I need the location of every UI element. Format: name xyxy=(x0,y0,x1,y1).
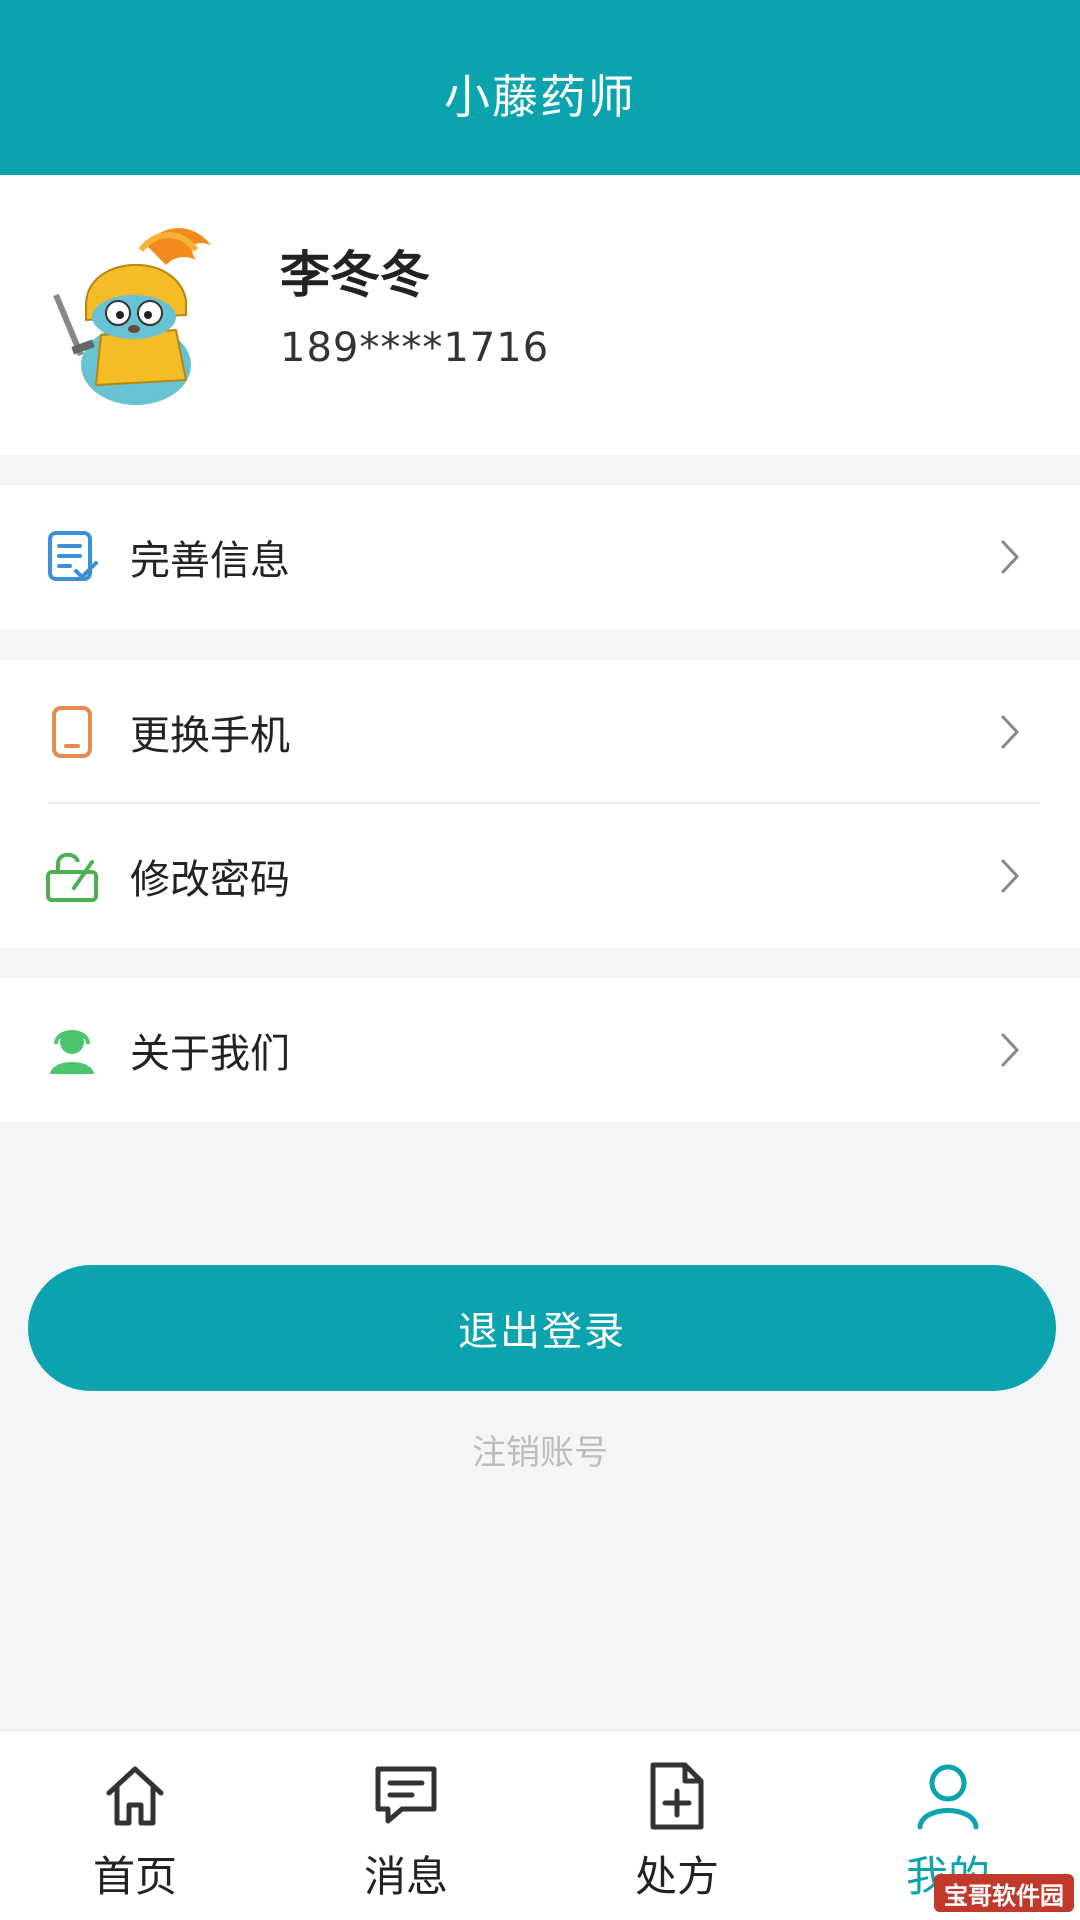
home-icon xyxy=(106,1766,164,1826)
chevron-right-icon xyxy=(1001,715,1020,749)
tab-prescription[interactable]: 处方 xyxy=(577,1731,777,1920)
menu-item-label: 修改密码 xyxy=(130,857,290,903)
phone-icon xyxy=(52,706,92,758)
menu-item-label: 更换手机 xyxy=(130,713,290,759)
tab-label: 首页 xyxy=(92,1852,177,1901)
bottom-tab-bar: 首页 消息 处方 我的 xyxy=(0,1730,1080,1920)
menu-item-change-phone[interactable]: 更换手机 xyxy=(0,660,1080,804)
top-app-bar: 小藤药师 xyxy=(0,0,1080,175)
menu-item-label: 关于我们 xyxy=(130,1031,290,1077)
user-icon xyxy=(917,1764,979,1830)
chevron-right-icon xyxy=(1001,859,1020,893)
menu-item-complete-info[interactable]: 完善信息 xyxy=(0,485,1080,629)
lock-open-icon xyxy=(46,852,98,902)
tab-label: 处方 xyxy=(634,1852,719,1901)
avatar[interactable] xyxy=(46,215,226,415)
message-icon xyxy=(375,1766,437,1824)
menu-item-label: 完善信息 xyxy=(130,538,290,584)
logout-button[interactable]: 退出登录 xyxy=(28,1265,1056,1391)
user-name: 李冬冬 xyxy=(280,246,430,304)
menu-item-about-us[interactable]: 关于我们 xyxy=(0,978,1080,1122)
headset-user-icon xyxy=(50,1030,94,1074)
chevron-right-icon xyxy=(1001,540,1020,574)
menu-group-about: 关于我们 xyxy=(0,978,1080,1122)
profile-card[interactable]: 李冬冬 189****1716 xyxy=(0,175,1080,455)
document-check-icon xyxy=(48,531,98,581)
menu-group-info: 完善信息 xyxy=(0,485,1080,629)
tab-messages[interactable]: 消息 xyxy=(306,1731,506,1920)
prescription-add-icon xyxy=(650,1762,704,1830)
watermark-badge: 宝哥软件园 xyxy=(934,1874,1074,1912)
chevron-right-icon xyxy=(1001,1033,1020,1067)
menu-item-change-password[interactable]: 修改密码 xyxy=(0,804,1080,948)
user-phone: 189****1716 xyxy=(280,325,550,371)
tab-label: 消息 xyxy=(363,1852,448,1901)
tab-home[interactable]: 首页 xyxy=(35,1731,235,1920)
menu-group-security: 更换手机 修改密码 xyxy=(0,660,1080,948)
cancel-account-link[interactable]: 注销账号 xyxy=(0,1425,1080,1474)
page-title: 小藤药师 xyxy=(444,69,636,124)
